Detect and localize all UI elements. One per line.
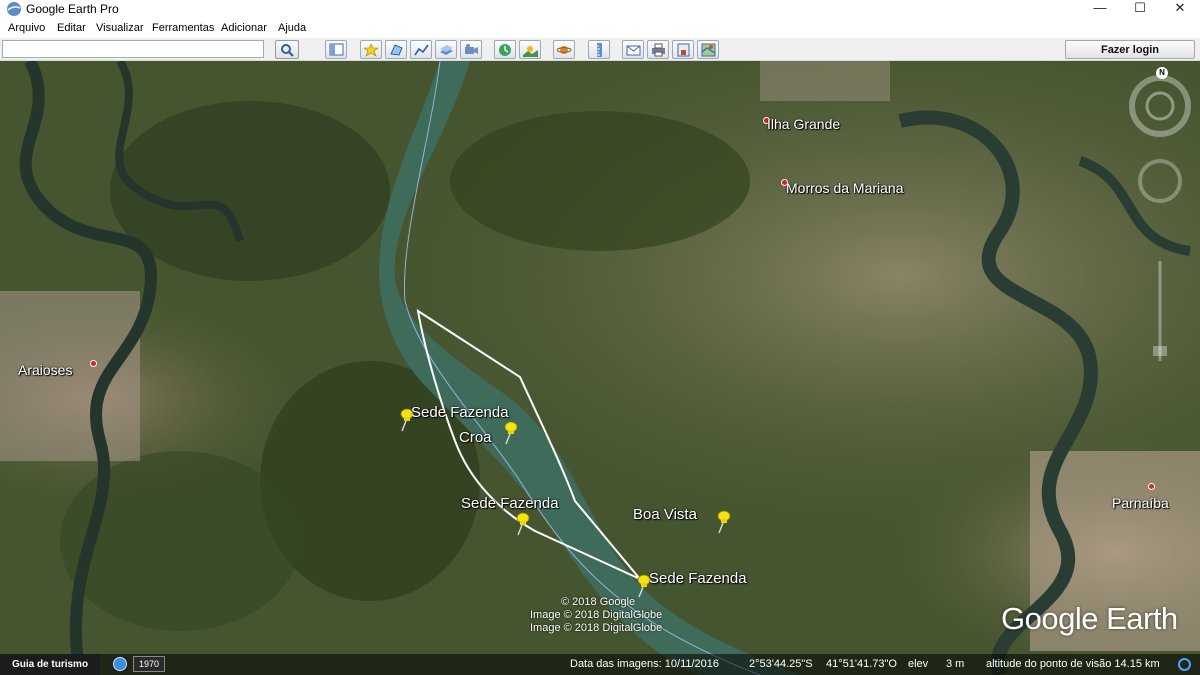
add-image-overlay-button[interactable] [435, 40, 457, 59]
ruler-icon [597, 43, 602, 57]
polygon-icon [390, 44, 403, 56]
window-title: Google Earth Pro [26, 2, 119, 16]
save-image-icon [677, 43, 690, 57]
place-marker-dot[interactable] [1148, 483, 1155, 490]
elevation-readout: 3 m [946, 658, 965, 670]
search-button[interactable] [275, 40, 299, 59]
historical-imagery-icon [499, 44, 511, 56]
menu-editar[interactable]: Editar [57, 22, 86, 34]
planets-icon [557, 46, 572, 54]
add-placemark-button[interactable] [360, 40, 382, 59]
latitude-readout: 2°53'44.25"S [749, 658, 813, 670]
map-viewport[interactable]: N Ilha Grande Morros da Mariana Araioses… [0, 61, 1200, 675]
add-path-button[interactable] [410, 40, 432, 59]
pushpin-icon[interactable] [512, 510, 532, 536]
print-button[interactable] [647, 40, 669, 59]
title-bar: Google Earth Pro — ☐ ✕ [0, 0, 1200, 19]
record-tour-button[interactable] [460, 40, 482, 59]
place-label-morros-da-mariana[interactable]: Morros da Mariana [786, 180, 904, 196]
menu-ajuda[interactable]: Ajuda [278, 22, 306, 34]
menu-arquivo[interactable]: Arquivo [8, 22, 45, 34]
sidebar-icon [329, 43, 344, 56]
sunlight-icon [523, 46, 538, 57]
placemark-label-sede-fazenda-3[interactable]: Sede Fazenda [649, 570, 747, 587]
historical-imagery-button[interactable] [494, 40, 516, 59]
minimize-button[interactable]: — [1080, 0, 1120, 19]
pushpin-icon[interactable] [713, 508, 733, 534]
maximize-button[interactable]: ☐ [1120, 0, 1160, 19]
place-marker-dot[interactable] [90, 360, 97, 367]
place-label-parnaiba[interactable]: Parnaíba [1112, 495, 1169, 511]
credit-google: © 2018 Google [561, 596, 636, 608]
toolbar: Fazer login [0, 38, 1200, 61]
login-button[interactable]: Fazer login [1065, 40, 1195, 59]
google-earth-app-icon [7, 2, 21, 16]
tour-guide-button[interactable]: Guia de turismo [0, 654, 100, 675]
sidebar-toggle-button[interactable] [325, 40, 347, 59]
status-bar: Guia de turismo 1970 Data das imagens: 1… [0, 654, 1200, 675]
historical-imagery-icon[interactable] [113, 657, 127, 671]
eye-altitude-readout: altitude do ponto de visão 14.15 km [986, 658, 1160, 670]
add-polygon-button[interactable] [385, 40, 407, 59]
menu-ferramentas[interactable]: Ferramentas [152, 22, 214, 34]
print-icon [652, 43, 665, 57]
credit-imagery-2: Image © 2018 DigitalGlobe [530, 622, 663, 634]
ruler-button[interactable] [588, 40, 610, 59]
image-overlay-icon [440, 45, 453, 55]
view-in-maps-icon [701, 43, 716, 57]
pushpin-icon[interactable] [500, 419, 520, 445]
path-icon [414, 44, 429, 56]
imagery-date: Data das imagens: 10/11/2016 [570, 658, 720, 670]
satellite-imagery [0, 61, 1200, 675]
longitude-readout: 41°51'41.73"O [826, 658, 897, 670]
credit-imagery-1: Image © 2018 DigitalGlobe [530, 609, 663, 621]
placemark-label-sede-fazenda-2[interactable]: Sede Fazenda [461, 495, 559, 512]
menu-adicionar[interactable]: Adicionar [221, 22, 267, 34]
sunlight-button[interactable] [519, 40, 541, 59]
search-input[interactable] [2, 40, 264, 58]
record-tour-icon [465, 44, 478, 54]
north-indicator[interactable]: N [1156, 67, 1168, 79]
placemark-icon [364, 43, 379, 57]
switch-planets-button[interactable] [553, 40, 575, 59]
email-button[interactable] [622, 40, 644, 59]
view-in-maps-button[interactable] [697, 40, 719, 59]
email-icon [626, 45, 641, 56]
place-label-araioses[interactable]: Araioses [18, 362, 72, 378]
google-earth-logo: Google Earth [1001, 601, 1178, 636]
placemark-label-croa[interactable]: Croa [459, 429, 492, 446]
placemark-label-boa-vista[interactable]: Boa Vista [633, 506, 697, 523]
place-label-ilha-grande[interactable]: Ilha Grande [767, 116, 840, 132]
close-button[interactable]: ✕ [1160, 0, 1200, 19]
streaming-indicator-icon [1178, 658, 1191, 671]
menu-visualizar[interactable]: Visualizar [96, 22, 144, 34]
placemark-label-sede-fazenda-1[interactable]: Sede Fazenda [411, 404, 509, 421]
menu-bar: Arquivo Editar Visualizar Ferramentas Ad… [0, 19, 1200, 38]
imagery-year-badge[interactable]: 1970 [133, 656, 165, 672]
elevation-label: elev [908, 658, 929, 670]
navigation-controls[interactable] [1120, 61, 1200, 381]
save-image-button[interactable] [672, 40, 694, 59]
search-icon [281, 44, 294, 57]
